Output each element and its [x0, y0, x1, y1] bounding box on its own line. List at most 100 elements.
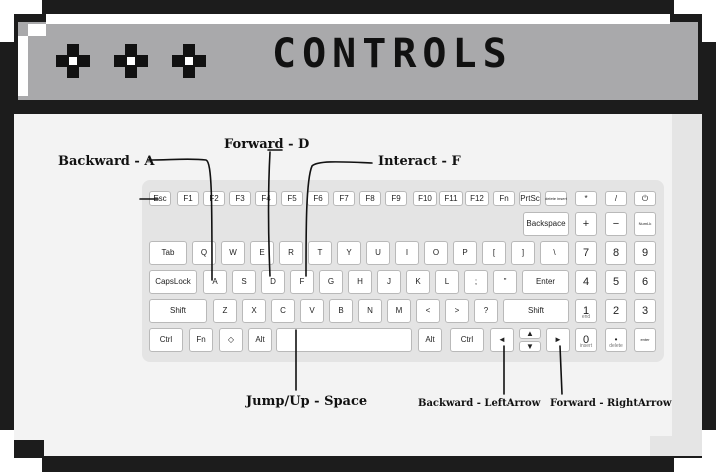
key-label: F11 [444, 193, 458, 203]
key-ndot[interactable]: • delete [605, 328, 627, 352]
key-enter[interactable]: Enter [522, 270, 569, 294]
key-lbracket[interactable]: [ [482, 241, 506, 265]
window-control-dot-2[interactable] [114, 44, 148, 78]
key-n9[interactable]: 9 [634, 241, 656, 265]
key-o[interactable]: O [424, 241, 448, 265]
key-ralt[interactable]: Alt [418, 328, 442, 352]
key-space[interactable] [276, 328, 412, 352]
key-n5[interactable]: 5 [605, 270, 627, 294]
key-n4[interactable]: 4 [575, 270, 597, 294]
key-n0[interactable]: 0 insert [575, 328, 597, 352]
key-v[interactable]: V [300, 299, 324, 323]
key-q[interactable]: Q [192, 241, 216, 265]
key-minus[interactable]: − [605, 212, 627, 236]
key-power[interactable]: ⏻ [634, 191, 656, 206]
key-f11[interactable]: F11 [439, 191, 463, 206]
key-f[interactable]: F [290, 270, 314, 294]
key-label: ▼ [526, 341, 534, 351]
key-r[interactable]: R [279, 241, 303, 265]
key-f5[interactable]: F5 [281, 191, 303, 206]
key-capslock[interactable]: CapsLock [149, 270, 197, 294]
key-m[interactable]: M [387, 299, 411, 323]
key-numlk[interactable]: NumLk [634, 212, 656, 236]
key-h[interactable]: H [348, 270, 372, 294]
key-n1[interactable]: 1 end [575, 299, 597, 323]
key-period[interactable]: > [445, 299, 469, 323]
key-k[interactable]: K [406, 270, 430, 294]
key-comma[interactable]: < [416, 299, 440, 323]
key-j[interactable]: J [377, 270, 401, 294]
key-label: Tab [161, 248, 175, 257]
key-label: / [614, 193, 618, 203]
key-f2[interactable]: F2 [203, 191, 225, 206]
key-f3[interactable]: F3 [229, 191, 251, 206]
key-rshift[interactable]: Shift [503, 299, 569, 323]
key-fn-top[interactable]: Fn [493, 191, 515, 206]
key-n3[interactable]: 3 [634, 299, 656, 323]
key-f1[interactable]: F1 [177, 191, 199, 206]
key-esc[interactable]: Esc [149, 191, 171, 206]
key-f6[interactable]: F6 [307, 191, 329, 206]
key-lctrl[interactable]: Ctrl [149, 328, 183, 352]
key-f12[interactable]: F12 [465, 191, 489, 206]
key-l[interactable]: L [435, 270, 459, 294]
key-label: Enter [535, 277, 556, 286]
key-label: U [375, 248, 381, 257]
key-semicolon[interactable]: ; [464, 270, 488, 294]
key-right[interactable]: ► [546, 328, 570, 352]
key-label: 5 [612, 275, 620, 288]
key-n8[interactable]: 8 [605, 241, 627, 265]
key-n2[interactable]: 2 [605, 299, 627, 323]
key-g[interactable]: G [319, 270, 343, 294]
key-lshift[interactable]: Shift [149, 299, 207, 323]
keyboard: Esc F1 F2 F3 F4 F5 F6 F7 F8 F9 F10 F11 F12 Fn PrtSc del… [142, 180, 664, 362]
key-fn[interactable]: Fn [189, 328, 213, 352]
key-f7[interactable]: F7 [333, 191, 355, 206]
key-quote[interactable]: " [493, 270, 517, 294]
key-e[interactable]: E [250, 241, 274, 265]
key-w[interactable]: W [221, 241, 245, 265]
key-n[interactable]: N [358, 299, 382, 323]
window-control-dot-3[interactable] [172, 44, 206, 78]
key-nenter[interactable]: enter [634, 328, 656, 352]
key-f9[interactable]: F9 [385, 191, 407, 206]
key-n7[interactable]: 7 [575, 241, 597, 265]
key-t[interactable]: T [308, 241, 332, 265]
key-n6[interactable]: 6 [634, 270, 656, 294]
key-y[interactable]: Y [337, 241, 361, 265]
key-slash[interactable]: ? [474, 299, 498, 323]
key-backslash[interactable]: \ [540, 241, 569, 265]
key-label: S [241, 277, 247, 286]
key-delete-insert[interactable]: delete insert [545, 191, 567, 206]
key-tab[interactable]: Tab [149, 241, 187, 265]
key-c[interactable]: C [271, 299, 295, 323]
key-i[interactable]: I [395, 241, 419, 265]
key-f10[interactable]: F10 [413, 191, 437, 206]
key-label: [ [492, 248, 496, 257]
key-lalt[interactable]: Alt [248, 328, 272, 352]
key-label: V [309, 306, 315, 315]
key-left[interactable]: ◄ [490, 328, 514, 352]
key-rbracket[interactable]: ] [511, 241, 535, 265]
key-p[interactable]: P [453, 241, 477, 265]
interact-callout: Interact - F [378, 154, 461, 169]
key-a[interactable]: A [203, 270, 227, 294]
key-x[interactable]: X [242, 299, 266, 323]
key-up[interactable]: ▲ [519, 328, 541, 339]
window-control-dot-1[interactable] [56, 44, 90, 78]
key-s[interactable]: S [232, 270, 256, 294]
key-prtsc[interactable]: PrtSc [519, 191, 541, 206]
key-win[interactable]: ◇ [219, 328, 243, 352]
key-z[interactable]: Z [213, 299, 237, 323]
key-u[interactable]: U [366, 241, 390, 265]
key-f4[interactable]: F4 [255, 191, 277, 206]
key-d[interactable]: D [261, 270, 285, 294]
key-b[interactable]: B [329, 299, 353, 323]
key-star[interactable]: * [575, 191, 597, 206]
key-f8[interactable]: F8 [359, 191, 381, 206]
key-slash-num[interactable]: / [605, 191, 627, 206]
key-backspace[interactable]: Backspace [523, 212, 569, 236]
key-down[interactable]: ▼ [519, 341, 541, 352]
key-rctrl[interactable]: Ctrl [450, 328, 484, 352]
key-plus[interactable]: + [575, 212, 597, 236]
